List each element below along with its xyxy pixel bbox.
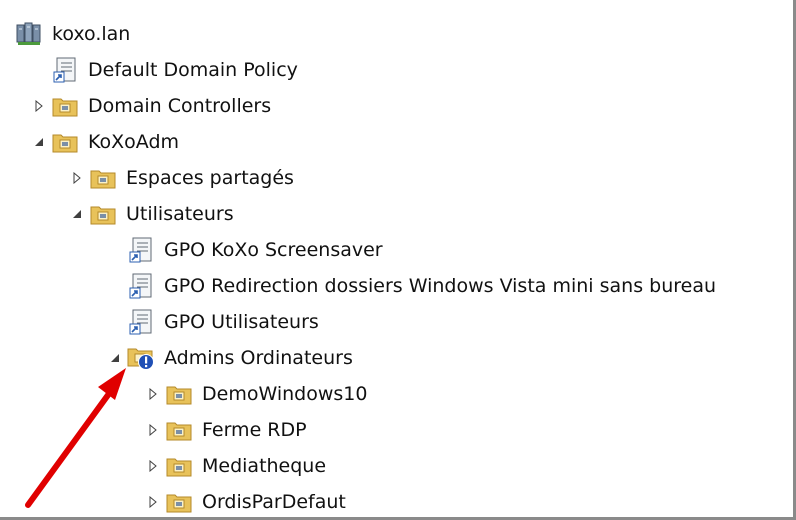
expand-arrow-icon[interactable] [66, 160, 88, 196]
gpo-link-icon [126, 271, 156, 301]
ou-folder-icon [164, 415, 194, 445]
expand-arrow-icon[interactable] [28, 88, 50, 124]
expand-arrow-icon[interactable] [142, 376, 164, 412]
tree-item-mediatheque[interactable]: Mediatheque [142, 448, 326, 484]
tree-item-label: OrdisParDefaut [202, 491, 346, 513]
gpo-link-icon [50, 55, 80, 85]
tree-item-label: Utilisateurs [126, 203, 234, 225]
ou-folder-icon [164, 451, 194, 481]
tree-item-label: KoXoAdm [88, 131, 180, 153]
gpo-link-icon [126, 307, 156, 337]
tree-item-label: Admins Ordinateurs [164, 347, 353, 369]
tree-item-espaces-partages[interactable]: Espaces partagés [66, 160, 294, 196]
tree-item-ordispardefaut[interactable]: OrdisParDefaut [142, 484, 346, 520]
domain-icon [14, 19, 44, 49]
tree-item-demowindows10[interactable]: DemoWindows10 [142, 376, 367, 412]
tree-item-label: Domain Controllers [88, 95, 272, 117]
tree-item-koxo-lan[interactable]: koxo.lan [14, 16, 130, 52]
tree-item-gpo-redirection-dossiers[interactable]: GPO Redirection dossiers Windows Vista m… [104, 268, 716, 304]
expand-arrow-icon[interactable] [142, 484, 164, 520]
tree-item-admins-ordinateurs[interactable]: Admins Ordinateurs [104, 340, 353, 376]
expand-arrow-icon[interactable] [142, 448, 164, 484]
ou-folder-icon [50, 127, 80, 157]
collapse-arrow-icon[interactable] [104, 340, 126, 376]
ou-folder-icon [50, 91, 80, 121]
tree-item-label: GPO Redirection dossiers Windows Vista m… [164, 275, 717, 297]
ou-folder-warning-icon [126, 343, 156, 373]
tree-item-koxoadm[interactable]: KoXoAdm [28, 124, 179, 160]
gpmc-tree-panel: koxo.lan Default Domain Policy Domain Co… [0, 0, 796, 520]
tree-item-label: Espaces partagés [126, 167, 294, 189]
tree-item-gpo-utilisateurs[interactable]: GPO Utilisateurs [104, 304, 319, 340]
expander-placeholder [104, 232, 126, 268]
tree-item-label: Mediatheque [202, 455, 327, 477]
expand-arrow-icon[interactable] [142, 412, 164, 448]
tree-item-label: GPO Utilisateurs [164, 311, 319, 333]
tree-item-default-domain-policy[interactable]: Default Domain Policy [28, 52, 298, 88]
collapse-arrow-icon[interactable] [28, 124, 50, 160]
tree-item-label: GPO KoXo Screensaver [164, 239, 383, 261]
ou-folder-icon [164, 487, 194, 517]
expander-placeholder [28, 52, 50, 88]
tree-item-gpo-koxo-screensaver[interactable]: GPO KoXo Screensaver [104, 232, 383, 268]
expander-placeholder [104, 304, 126, 340]
tree-item-utilisateurs[interactable]: Utilisateurs [66, 196, 234, 232]
gpo-link-icon [126, 235, 156, 265]
tree-item-label: DemoWindows10 [202, 383, 368, 405]
tree-item-label: Default Domain Policy [88, 59, 298, 81]
collapse-arrow-icon[interactable] [66, 196, 88, 232]
ou-folder-icon [164, 379, 194, 409]
ou-folder-icon [88, 199, 118, 229]
tree-item-label: koxo.lan [52, 23, 131, 45]
ou-folder-icon [88, 163, 118, 193]
tree-item-ferme-rdp[interactable]: Ferme RDP [142, 412, 307, 448]
tree-item-label: Ferme RDP [202, 419, 307, 441]
expander-placeholder [104, 268, 126, 304]
tree-item-domain-controllers[interactable]: Domain Controllers [28, 88, 271, 124]
